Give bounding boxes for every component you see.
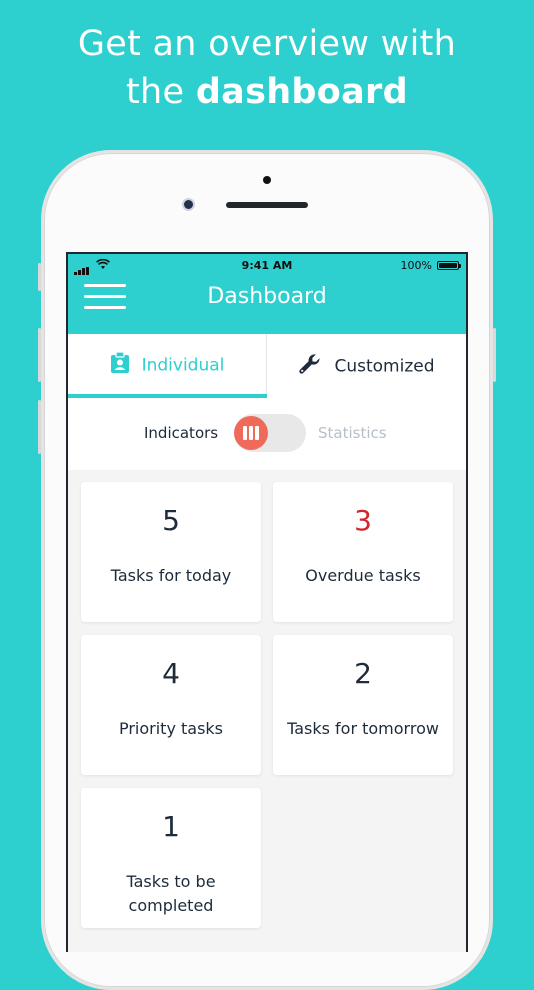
card-tasks-tomorrow[interactable]: 2 Tasks for tomorrow [273, 635, 453, 775]
card-label: Priority tasks [118, 719, 224, 738]
card-tasks-today[interactable]: 5 Tasks for today [81, 482, 261, 622]
promo-line-2-prefix: the [126, 72, 185, 112]
phone-screen: 9:41 AM 100% Dashboard Individual Custom… [66, 252, 468, 952]
view-toggle-row: Indicators Statistics [68, 398, 466, 470]
battery-icon [437, 261, 461, 270]
tab-bar: Individual Customized [68, 334, 466, 398]
promo-line-1: Get an overview with [77, 24, 457, 64]
toggle-label-statistics[interactable]: Statistics [318, 424, 387, 442]
card-value: 5 [162, 504, 180, 537]
card-label: Tasks to be completed [126, 872, 216, 915]
tab-customized-label: Customized [334, 356, 435, 377]
wrench-icon [298, 352, 322, 381]
promo-headline: Get an overview with the dashboard [0, 20, 534, 116]
card-label: Overdue tasks [305, 566, 421, 585]
view-mode-switch[interactable] [234, 414, 306, 452]
tab-individual-label: Individual [141, 355, 225, 376]
card-overdue-tasks[interactable]: 3 Overdue tasks [273, 482, 453, 622]
toggle-label-indicators[interactable]: Indicators [144, 424, 218, 442]
card-value: 1 [162, 810, 180, 843]
tab-customized[interactable]: Customized [267, 334, 466, 398]
volume-up-button [38, 328, 41, 382]
card-label: Tasks for today [110, 566, 232, 585]
card-value: 3 [354, 504, 372, 537]
card-value: 2 [354, 657, 372, 690]
switch-knob [234, 416, 268, 450]
front-camera [182, 198, 195, 211]
tab-individual[interactable]: Individual [68, 334, 267, 398]
card-tasks-to-complete[interactable]: 1 Tasks to be completed [81, 788, 261, 928]
promo-line-2: the dashboard [0, 68, 534, 116]
mute-switch [38, 263, 41, 291]
status-bar: 9:41 AM 100% [68, 258, 466, 275]
app-header: 9:41 AM 100% Dashboard [68, 254, 466, 334]
earpiece-speaker [226, 202, 308, 208]
volume-down-button [38, 400, 41, 454]
proximity-sensor [263, 176, 271, 184]
card-priority-tasks[interactable]: 4 Priority tasks [81, 635, 261, 775]
power-button [493, 328, 496, 382]
page-title: Dashboard [207, 284, 327, 309]
badge-icon [110, 351, 130, 379]
promo-line-2-bold: dashboard [195, 72, 408, 112]
card-value: 4 [162, 657, 180, 690]
card-label: Tasks for tomorrow [287, 719, 439, 738]
battery-percent: 100% [400, 259, 432, 272]
